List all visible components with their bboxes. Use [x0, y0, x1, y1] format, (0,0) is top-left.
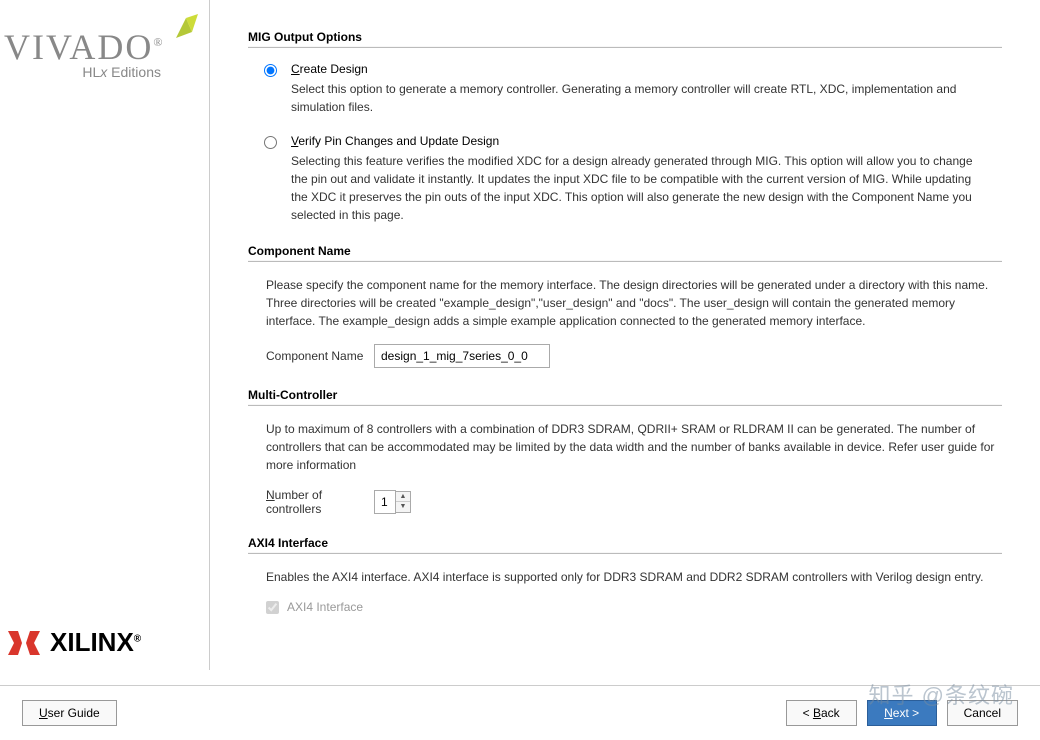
- axi-section-title: AXI4 Interface: [248, 536, 1002, 550]
- cancel-button[interactable]: Cancel: [947, 700, 1018, 726]
- create-design-radio[interactable]: [264, 64, 277, 77]
- xilinx-icon: [6, 629, 42, 657]
- num-controllers-input[interactable]: [374, 490, 396, 514]
- next-button[interactable]: Next >: [867, 700, 937, 726]
- component-name-label: Component Name: [266, 349, 374, 363]
- num-controllers-label: Number of controllers: [266, 488, 374, 516]
- spinner-down-button[interactable]: ▼: [396, 502, 410, 512]
- sidebar: VIVADO® HLx Editions XILINX®: [0, 0, 210, 670]
- mig-section-title: MIG Output Options: [248, 30, 1002, 44]
- component-desc: Please specify the component name for th…: [266, 276, 1002, 330]
- verify-design-desc: Selecting this feature verifies the modi…: [291, 152, 991, 224]
- component-name-input[interactable]: [374, 344, 550, 368]
- spinner-up-button[interactable]: ▲: [396, 492, 410, 502]
- axi-checkbox: [266, 601, 279, 614]
- vivado-logo: VIVADO® HLx Editions: [4, 26, 205, 80]
- footer: User Guide < Back Next > Cancel: [0, 685, 1040, 740]
- main-panel: MIG Output Options Create Design Select …: [210, 0, 1040, 670]
- verify-design-label: Verify Pin Changes and Update Design: [291, 134, 991, 148]
- create-design-label: Create Design: [291, 62, 991, 76]
- multi-desc: Up to maximum of 8 controllers with a co…: [266, 420, 1002, 474]
- xilinx-logo: XILINX®: [6, 627, 141, 658]
- leaf-icon: [162, 10, 202, 50]
- verify-design-radio[interactable]: [264, 136, 277, 149]
- axi-desc: Enables the AXI4 interface. AXI4 interfa…: [266, 568, 1002, 586]
- user-guide-button[interactable]: User Guide: [22, 700, 117, 726]
- component-section-title: Component Name: [248, 244, 1002, 258]
- back-button[interactable]: < Back: [786, 700, 857, 726]
- create-design-desc: Select this option to generate a memory …: [291, 80, 991, 116]
- axi-checkbox-label: AXI4 Interface: [287, 600, 363, 614]
- multi-section-title: Multi-Controller: [248, 388, 1002, 402]
